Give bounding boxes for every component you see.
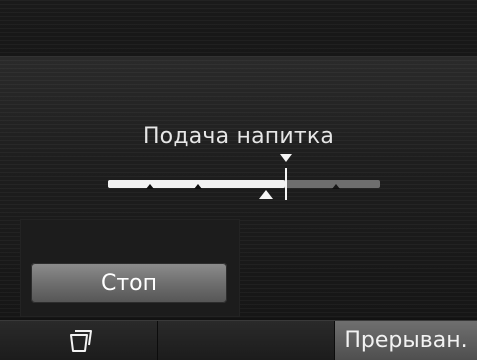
stop-button[interactable]: Стоп (31, 263, 227, 303)
slider-tick (194, 184, 202, 189)
cup-icon (69, 329, 92, 352)
empty-tab[interactable] (158, 321, 334, 360)
bottom-bar: Прерыван. (0, 320, 477, 360)
volume-slider[interactable] (108, 154, 380, 200)
coffee-machine-screen: Подача напитка Стоп Прерыван. (0, 0, 477, 360)
current-level-marker[interactable] (259, 190, 273, 199)
target-level-marker (280, 154, 292, 162)
interrupt-button[interactable]: Прерыван. (335, 321, 477, 360)
top-band (0, 0, 477, 56)
screen-title: Подача напитка (142, 124, 335, 149)
slider-tick (146, 184, 154, 189)
slider-tick (332, 184, 340, 189)
target-level-line (285, 168, 287, 200)
cup-tab[interactable] (0, 321, 157, 360)
